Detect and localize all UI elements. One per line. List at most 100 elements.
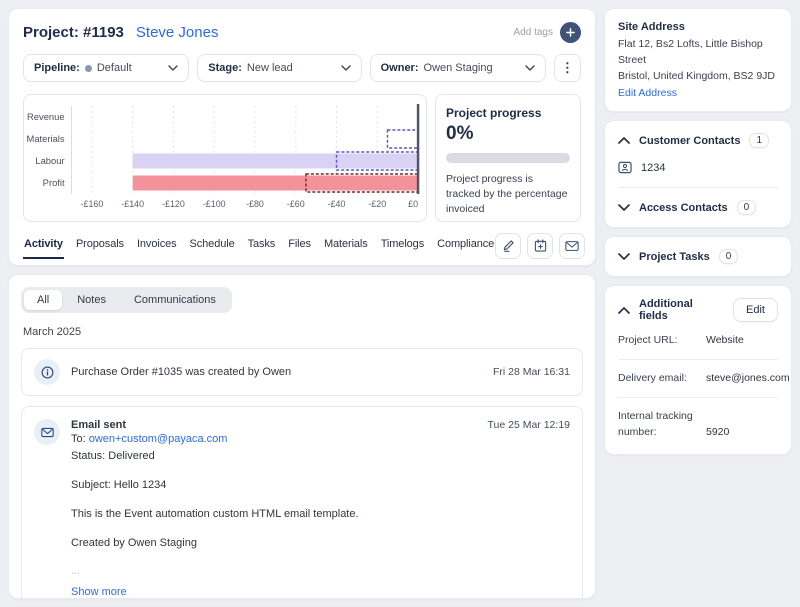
additional-fields-title: Additional fields	[639, 298, 724, 322]
site-address-line1: Flat 12, Bs2 Lofts, Little Bishop Street	[618, 37, 778, 69]
tracking-number-value: 5920	[706, 425, 778, 441]
email-activity-body: Email sent Tue 25 Mar 12:19 To: owen+cus…	[71, 419, 570, 598]
activity-item-timestamp: Fri 28 Mar 16:31	[493, 366, 570, 378]
svg-text:Labour: Labour	[35, 156, 64, 167]
sidebar: Site Address Flat 12, Bs2 Lofts, Little …	[604, 8, 792, 599]
stage-label: Stage:	[208, 62, 242, 74]
project-tasks-card: Project Tasks 0	[604, 236, 792, 277]
project-url-link[interactable]: Website	[706, 333, 778, 349]
email-to-link[interactable]: owen+custom@payaca.com	[89, 433, 228, 445]
filters-row: Pipeline: Default Stage: New lead Owner:	[23, 54, 581, 82]
chevron-up-icon	[618, 137, 630, 144]
stage-dropdown[interactable]: Stage: New lead	[197, 54, 361, 82]
field-label: Internal tracking number:	[618, 409, 706, 441]
segment-communications[interactable]: Communications	[121, 290, 229, 310]
owner-dropdown[interactable]: Owner: Owen Staging	[370, 54, 546, 82]
send-email-button[interactable]	[559, 233, 585, 259]
quick-actions	[495, 233, 585, 259]
email-status-line: Status: Delivered	[71, 448, 570, 465]
edit-address-link[interactable]: Edit Address	[618, 87, 677, 99]
site-address-line2: Bristol, United Kingdom, BS2 9JD	[618, 69, 778, 85]
svg-text:-£40: -£40	[328, 199, 346, 209]
main-column: Project: #1193 Steve Jones Add tags Pipe…	[8, 8, 596, 599]
pencil-icon	[502, 239, 515, 252]
customer-name-link[interactable]: Steve Jones	[136, 24, 219, 41]
info-icon	[34, 359, 60, 385]
progress-bar	[446, 153, 570, 163]
activity-item-purchase-order[interactable]: Purchase Order #1035 was created by Owen…	[21, 348, 583, 396]
segment-all[interactable]: All	[24, 290, 62, 310]
project-progress-card: Project progress 0% Project progress is …	[435, 94, 581, 222]
customer-contacts-toggle[interactable]: Customer Contacts 1	[618, 133, 778, 148]
project-tasks-count: 0	[719, 249, 739, 264]
email-timestamp: Tue 25 Mar 12:19	[488, 419, 571, 431]
chevron-down-icon	[525, 65, 535, 71]
project-tasks-title: Project Tasks	[639, 251, 710, 263]
field-label: Project URL:	[618, 333, 706, 349]
field-row-project-url: Project URL: Website	[618, 333, 778, 360]
svg-text:-£140: -£140	[121, 199, 144, 209]
tab-schedule[interactable]: Schedule	[189, 232, 236, 259]
tab-invoices[interactable]: Invoices	[136, 232, 178, 259]
contact-name: 1234	[641, 162, 665, 174]
chevron-down-icon	[618, 253, 630, 260]
delivery-email-link[interactable]: steve@jones.com	[706, 371, 790, 387]
progress-description: Project progress is tracked by the perce…	[446, 172, 570, 218]
svg-text:-£160: -£160	[81, 199, 104, 209]
divider	[618, 187, 778, 188]
activity-item-email: Email sent Tue 25 Mar 12:19 To: owen+cus…	[21, 406, 583, 599]
site-address-title: Site Address	[618, 21, 778, 33]
show-more-link[interactable]: Show more	[71, 586, 127, 598]
tabs-row: Activity Proposals Invoices Schedule Tas…	[23, 232, 581, 259]
additional-fields-card: Additional fields Edit Project URL: Webs…	[604, 285, 792, 455]
tab-materials[interactable]: Materials	[323, 232, 369, 259]
progress-title: Project progress	[446, 106, 570, 120]
add-note-button[interactable]	[495, 233, 521, 259]
tab-bar: Activity Proposals Invoices Schedule Tas…	[23, 232, 495, 259]
edit-fields-button[interactable]: Edit	[733, 298, 778, 322]
envelope-icon	[565, 240, 579, 252]
pipeline-dropdown[interactable]: Pipeline: Default	[23, 54, 189, 82]
pipeline-color-dot	[85, 65, 92, 72]
title-group: Project: #1193 Steve Jones	[23, 24, 218, 41]
contact-card-icon	[618, 161, 632, 174]
add-tags-label: Add tags	[514, 27, 553, 38]
svg-text:Revenue: Revenue	[27, 112, 65, 123]
email-created-by-line: Created by Owen Staging	[71, 535, 570, 552]
add-event-button[interactable]	[527, 233, 553, 259]
site-address-card: Site Address Flat 12, Bs2 Lofts, Little …	[604, 8, 792, 112]
email-to-line: To: owen+custom@payaca.com	[71, 431, 570, 448]
chevron-down-icon	[618, 204, 630, 211]
field-label: Delivery email:	[618, 371, 706, 387]
plus-icon	[565, 27, 576, 38]
svg-text:-£120: -£120	[162, 199, 185, 209]
access-contacts-toggle[interactable]: Access Contacts 0	[618, 200, 778, 215]
email-title: Email sent	[71, 419, 126, 431]
customer-contacts-count: 1	[749, 133, 769, 148]
activity-item-text: Purchase Order #1035 was created by Owen	[71, 366, 482, 378]
tab-compliance[interactable]: Compliance	[436, 232, 495, 259]
tab-proposals[interactable]: Proposals	[75, 232, 125, 259]
tab-timelogs[interactable]: Timelogs	[380, 232, 425, 259]
tags-group: Add tags	[514, 22, 581, 43]
additional-fields-header: Additional fields Edit	[618, 298, 778, 322]
add-tag-button[interactable]	[560, 22, 581, 43]
owner-value: Owen Staging	[424, 62, 520, 74]
tab-activity[interactable]: Activity	[23, 232, 64, 259]
email-icon	[34, 419, 60, 445]
tab-tasks[interactable]: Tasks	[247, 232, 277, 259]
project-page: Project: #1193 Steve Jones Add tags Pipe…	[0, 0, 800, 607]
email-header-row: Email sent Tue 25 Mar 12:19	[71, 419, 570, 431]
tab-files[interactable]: Files	[287, 232, 312, 259]
access-contacts-title: Access Contacts	[639, 202, 728, 214]
svg-text:-£20: -£20	[368, 199, 386, 209]
customer-contacts-title: Customer Contacts	[639, 135, 740, 147]
field-row-tracking-number: Internal tracking number: 5920	[618, 409, 778, 443]
email-subject-line: Subject: Hello 1234	[71, 477, 570, 494]
contact-list-item[interactable]: 1234	[618, 161, 778, 174]
segment-notes[interactable]: Notes	[64, 290, 119, 310]
page-title: Project: #1193	[23, 24, 124, 41]
more-options-button[interactable]: ⋮	[554, 54, 581, 82]
project-tasks-toggle[interactable]: Project Tasks 0	[618, 249, 778, 264]
chevron-up-icon[interactable]	[618, 307, 630, 314]
